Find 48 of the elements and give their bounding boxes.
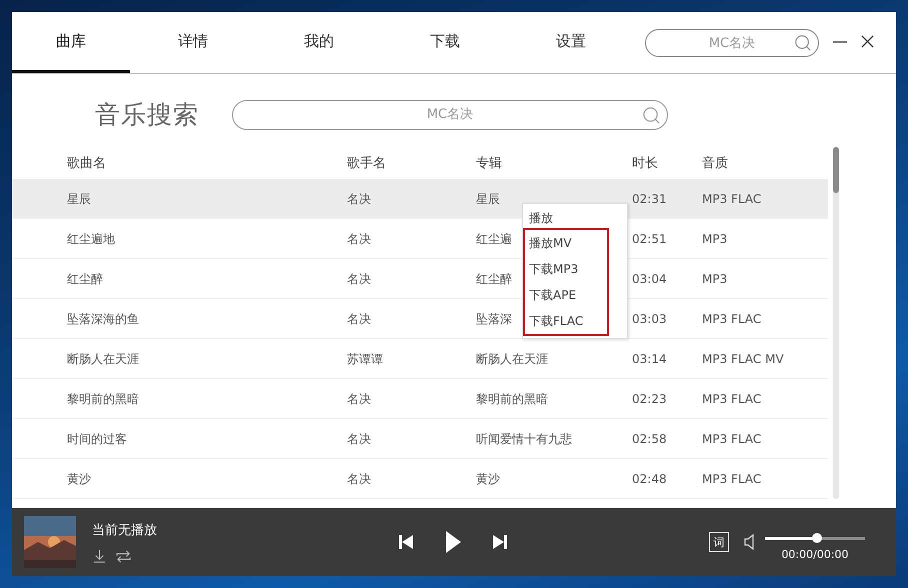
table-cell: 黎明前的黑暗 bbox=[476, 390, 548, 408]
table-cell: 名决 bbox=[347, 270, 371, 288]
table-cell: MP3 FLAC bbox=[702, 432, 762, 446]
table-cell: 03:14 bbox=[632, 352, 667, 366]
table-cell: 名决 bbox=[347, 390, 371, 408]
table-cell: 名决 bbox=[347, 470, 371, 488]
table-cell: 黄沙 bbox=[67, 470, 91, 488]
table-cell: MP3 FLAC bbox=[702, 392, 762, 406]
table-cell: MP3 FLAC bbox=[702, 312, 762, 326]
table-cell: 坠落深海的鱼 bbox=[67, 310, 139, 328]
table-cell: 红尘醉 bbox=[67, 270, 103, 288]
column-header: 歌手名 bbox=[347, 155, 386, 172]
table-cell: 名决 bbox=[347, 190, 371, 208]
time-text: 00:00/00:00 bbox=[781, 548, 849, 561]
column-header: 音质 bbox=[702, 155, 728, 172]
column-header: 专辑 bbox=[476, 155, 502, 172]
column-header: 时长 bbox=[632, 155, 658, 172]
table-cell: MP3 FLAC bbox=[702, 472, 762, 486]
table-cell: 星辰 bbox=[476, 190, 500, 208]
now-playing-text: 当前无播放 bbox=[92, 522, 158, 538]
table-cell: 02:51 bbox=[632, 232, 667, 246]
table-cell: MP3 bbox=[702, 232, 728, 246]
table-cell: 苏谭谭 bbox=[347, 350, 383, 368]
table-cell: 黎明前的黑暗 bbox=[67, 390, 139, 408]
table-cell: 听闻爱情十有九悲 bbox=[476, 430, 572, 448]
table-cell: 02:23 bbox=[632, 392, 667, 406]
page-title: 音乐搜索 bbox=[95, 99, 199, 131]
table-cell: 断肠人在天涯 bbox=[476, 350, 548, 368]
table-cell: 红尘遍 bbox=[476, 230, 512, 248]
table-cell: 星辰 bbox=[67, 190, 91, 208]
table-cell: MP3 FLAC bbox=[702, 192, 762, 206]
table-cell: 02:58 bbox=[632, 432, 667, 446]
column-header: 歌曲名 bbox=[67, 155, 106, 172]
table-cell: MP3 FLAC MV bbox=[702, 352, 784, 366]
table-cell: 名决 bbox=[347, 430, 371, 448]
table-cell: 03:04 bbox=[632, 272, 667, 286]
table-cell: 断肠人在天涯 bbox=[67, 350, 139, 368]
table-cell: 坠落深 bbox=[476, 310, 512, 328]
table-cell: 黄沙 bbox=[476, 470, 500, 488]
table-cell: 红尘遍地 bbox=[67, 230, 115, 248]
table-cell: 02:31 bbox=[632, 192, 667, 206]
table-cell: 名决 bbox=[347, 230, 371, 248]
table-cell: MP3 bbox=[702, 272, 728, 286]
table-cell: 03:03 bbox=[632, 312, 667, 326]
table-cell: 02:48 bbox=[632, 472, 667, 486]
table-cell: 红尘醉 bbox=[476, 270, 512, 288]
table-cell: 时间的过客 bbox=[67, 430, 127, 448]
table-cell: 名决 bbox=[347, 310, 371, 328]
